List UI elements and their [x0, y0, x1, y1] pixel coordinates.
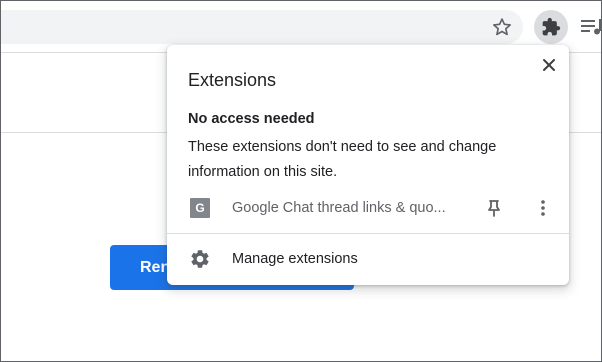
media-queue-icon [581, 19, 601, 35]
extension-list-item[interactable]: G Google Chat thread links & quo... [167, 193, 569, 223]
page-primary-button-label: Ren [140, 258, 171, 276]
close-icon [543, 59, 555, 71]
bookmark-star-button[interactable] [488, 13, 516, 41]
section-description: These extensions don't need to see and c… [188, 139, 497, 180]
address-bar[interactable] [1, 10, 523, 44]
close-button[interactable] [537, 53, 561, 77]
pin-icon [488, 200, 500, 217]
extension-name[interactable]: Google Chat thread links & quo... [232, 200, 446, 216]
browser-window: Ren Extensions No access needed These ex… [0, 0, 602, 362]
extensions-popup: Extensions No access needed These extens… [167, 45, 569, 285]
pin-extension-button[interactable] [483, 197, 505, 219]
manage-extensions-item[interactable]: Manage extensions [167, 244, 569, 274]
extensions-button[interactable] [534, 10, 568, 44]
gear-icon [191, 250, 209, 268]
puzzle-icon [542, 17, 561, 36]
media-queue-button[interactable] [579, 15, 601, 39]
popup-divider [167, 233, 569, 234]
star-icon [493, 18, 511, 36]
more-vert-icon [541, 200, 545, 216]
section-heading: No access needed [188, 111, 315, 127]
manage-extensions-label[interactable]: Manage extensions [232, 251, 358, 267]
popup-title: Extensions [188, 70, 277, 90]
extension-more-actions-button[interactable] [532, 197, 554, 219]
extension-logo-icon: G [190, 198, 210, 218]
